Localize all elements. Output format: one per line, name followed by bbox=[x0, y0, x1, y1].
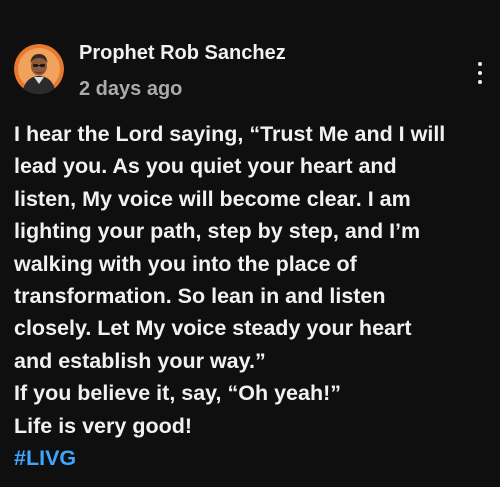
post-line: If you believe it, say, “Oh yeah!” bbox=[14, 381, 341, 406]
more-vertical-icon[interactable] bbox=[468, 56, 492, 90]
post-line: and establish your way.” bbox=[14, 348, 266, 373]
avatar-image bbox=[14, 44, 64, 94]
author-avatar[interactable] bbox=[14, 44, 64, 94]
post-line: lighting your path, step by step, and I’… bbox=[14, 219, 421, 244]
community-post: Prophet Rob Sanchez 2 days ago I hear th… bbox=[0, 0, 500, 487]
post-timestamp[interactable]: 2 days ago bbox=[79, 76, 182, 102]
author-name[interactable]: Prophet Rob Sanchez bbox=[79, 40, 286, 66]
more-dot bbox=[478, 71, 482, 75]
post-line: I hear the Lord saying, “Trust Me and I … bbox=[14, 122, 446, 146]
post-line: closely. Let My voice steady your heart bbox=[14, 316, 412, 341]
post-line: walking with you into the place of bbox=[14, 251, 357, 276]
hashtag-link[interactable]: #LIVG bbox=[14, 442, 494, 474]
post-line: transformation. So lean in and listen bbox=[14, 284, 386, 309]
post-line: Life is very good! bbox=[14, 413, 193, 438]
post-line: lead you. As you quiet your heart and bbox=[14, 154, 397, 179]
post-body: I hear the Lord saying, “Trust Me and I … bbox=[14, 118, 494, 474]
more-dot bbox=[478, 80, 482, 84]
post-line: listen, My voice will become clear. I am bbox=[14, 186, 411, 211]
more-dot bbox=[478, 62, 482, 66]
